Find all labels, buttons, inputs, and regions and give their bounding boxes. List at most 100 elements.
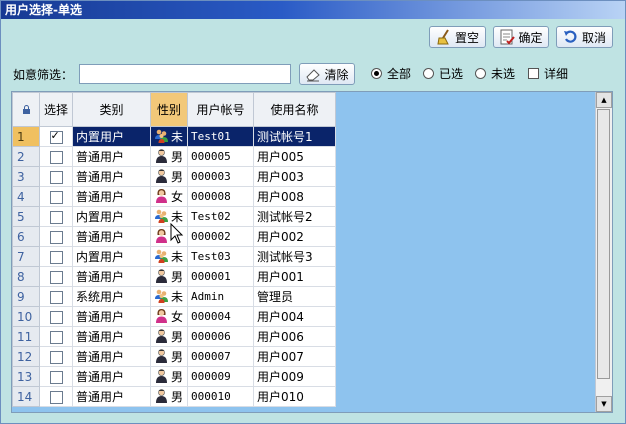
checkbox-icon[interactable] [49, 150, 63, 164]
category-cell: 普通用户 [72, 306, 151, 327]
table-row[interactable]: 12 普通用户 男 000007 用户007 [12, 346, 336, 367]
male-user-icon [154, 268, 169, 286]
male-user-icon [154, 368, 169, 386]
col-header-name[interactable]: 使用名称 [253, 92, 336, 127]
col-header-gender[interactable]: 性别 [150, 92, 188, 127]
table-row[interactable]: 1 内置用户 未Test01测试帐号1 [12, 126, 336, 147]
filter-unselected-option[interactable]: 未选 [475, 65, 515, 82]
row-checkbox[interactable] [39, 386, 73, 407]
clear-selection-button[interactable]: 置空 [429, 26, 486, 48]
row-number: 2 [12, 146, 40, 167]
checkbox-icon[interactable] [49, 390, 63, 404]
checkbox-icon[interactable] [49, 270, 63, 284]
cancel-button[interactable]: 取消 [556, 26, 613, 48]
account-cell: 000004 [187, 306, 254, 327]
gender-cell: 未 [150, 246, 188, 267]
title-bar: 用户选择-单选 [1, 1, 625, 19]
user-name-cell: 用户006 [253, 326, 336, 347]
row-number: 11 [12, 326, 40, 347]
row-checkbox[interactable] [39, 326, 73, 347]
filter-selected-option[interactable]: 已选 [423, 65, 463, 82]
row-checkbox[interactable] [39, 126, 73, 147]
gender-text: 男 [171, 350, 184, 364]
category-cell: 内置用户 [72, 126, 151, 147]
checkbox-icon[interactable] [49, 250, 63, 264]
row-checkbox[interactable] [39, 286, 73, 307]
radio-all[interactable] [371, 68, 382, 79]
row-number: 3 [12, 166, 40, 187]
checkbox-icon[interactable] [49, 370, 63, 384]
user-name-cell: 用户009 [253, 366, 336, 387]
detail-option[interactable]: 详细 [528, 65, 568, 82]
user-table: 选择 类别 性别 用户帐号 使用名称 1内置用户未Test01测试帐号12普通用… [12, 92, 336, 407]
vertical-scrollbar[interactable]: ▲ ▼ [595, 92, 612, 412]
account-cell: 000010 [187, 386, 254, 407]
row-checkbox[interactable] [39, 366, 73, 387]
gender-cell: 男 [150, 266, 188, 287]
row-number-header[interactable] [12, 92, 40, 127]
col-header-account[interactable]: 用户帐号 [187, 92, 254, 127]
row-checkbox[interactable] [39, 306, 73, 327]
row-checkbox[interactable] [39, 146, 73, 167]
row-checkbox[interactable] [39, 166, 73, 187]
filter-all-option[interactable]: 全部 [371, 65, 411, 82]
row-number: 9 [12, 286, 40, 307]
table-row[interactable]: 8 普通用户 男 000001 用户001 [12, 266, 336, 287]
detail-checkbox[interactable] [528, 68, 539, 79]
checkbox-icon[interactable] [49, 170, 63, 184]
gender-cell: 男 [150, 166, 188, 187]
table-row[interactable]: 14 普通用户 男 000010 用户010 [12, 386, 336, 407]
gender-text: 女 [171, 190, 184, 204]
col-header-select[interactable]: 选择 [39, 92, 73, 127]
user-name-cell: 测试帐号3 [253, 246, 336, 267]
gender-cell: 女 [150, 306, 188, 327]
row-checkbox[interactable] [39, 226, 73, 247]
gender-text: 男 [171, 150, 184, 164]
scroll-up-arrow-icon[interactable]: ▲ [596, 92, 612, 108]
row-checkbox[interactable] [39, 266, 73, 287]
table-row[interactable]: 2 普通用户 男 000005 用户005 [12, 146, 336, 167]
row-number: 14 [12, 386, 40, 407]
scroll-thumb[interactable] [597, 109, 610, 379]
radio-selected[interactable] [423, 68, 434, 79]
table-row[interactable]: 11 普通用户 男 000006 用户006 [12, 326, 336, 347]
row-checkbox[interactable] [39, 246, 73, 267]
row-number: 7 [12, 246, 40, 267]
table-row[interactable]: 3 普通用户 男 000003 用户003 [12, 166, 336, 187]
scroll-down-arrow-icon[interactable]: ▼ [596, 396, 612, 412]
account-cell: 000006 [187, 326, 254, 347]
checkbox-icon[interactable] [49, 190, 63, 204]
filter-unselected-label: 未选 [491, 67, 516, 81]
row-checkbox[interactable] [39, 206, 73, 227]
broom-icon [436, 29, 452, 45]
checkbox-icon[interactable] [49, 230, 63, 244]
category-cell: 系统用户 [72, 286, 151, 307]
table-row[interactable]: 7 内置用户 未 Test03 测试帐号3 [12, 246, 336, 267]
row-number: 12 [12, 346, 40, 367]
checkbox-icon[interactable] [49, 310, 63, 324]
checkbox-icon[interactable] [49, 350, 63, 364]
table-row[interactable]: 10 普通用户 女 000004 用户004 [12, 306, 336, 327]
col-header-category[interactable]: 类别 [72, 92, 151, 127]
user-name-cell: 测试帐号1 [253, 126, 336, 147]
row-checkbox[interactable] [39, 346, 73, 367]
user-name-cell: 用户007 [253, 346, 336, 367]
filter-input[interactable] [79, 64, 291, 84]
user-name-cell: 管理员 [253, 286, 336, 307]
table-row[interactable]: 4 普通用户 女 000008 用户008 [12, 186, 336, 207]
account-cell: 000002 [187, 226, 254, 247]
ok-button[interactable]: 确定 [493, 26, 549, 48]
account-cell: 000005 [187, 146, 254, 167]
checkbox-icon[interactable] [49, 290, 63, 304]
checkbox-icon[interactable] [49, 210, 63, 224]
radio-unselected[interactable] [475, 68, 486, 79]
checkbox-icon[interactable] [49, 330, 63, 344]
account-cell: 000007 [187, 346, 254, 367]
row-checkbox[interactable] [39, 186, 73, 207]
clear-filter-button[interactable]: 清除 [299, 63, 355, 85]
table-row[interactable]: 13 普通用户 男 000009 用户009 [12, 366, 336, 387]
checkbox-icon[interactable] [49, 129, 63, 144]
table-row[interactable]: 9 系统用户 未 Admin 管理员 [12, 286, 336, 307]
user-name-cell: 用户010 [253, 386, 336, 407]
lock-icon [22, 104, 30, 114]
